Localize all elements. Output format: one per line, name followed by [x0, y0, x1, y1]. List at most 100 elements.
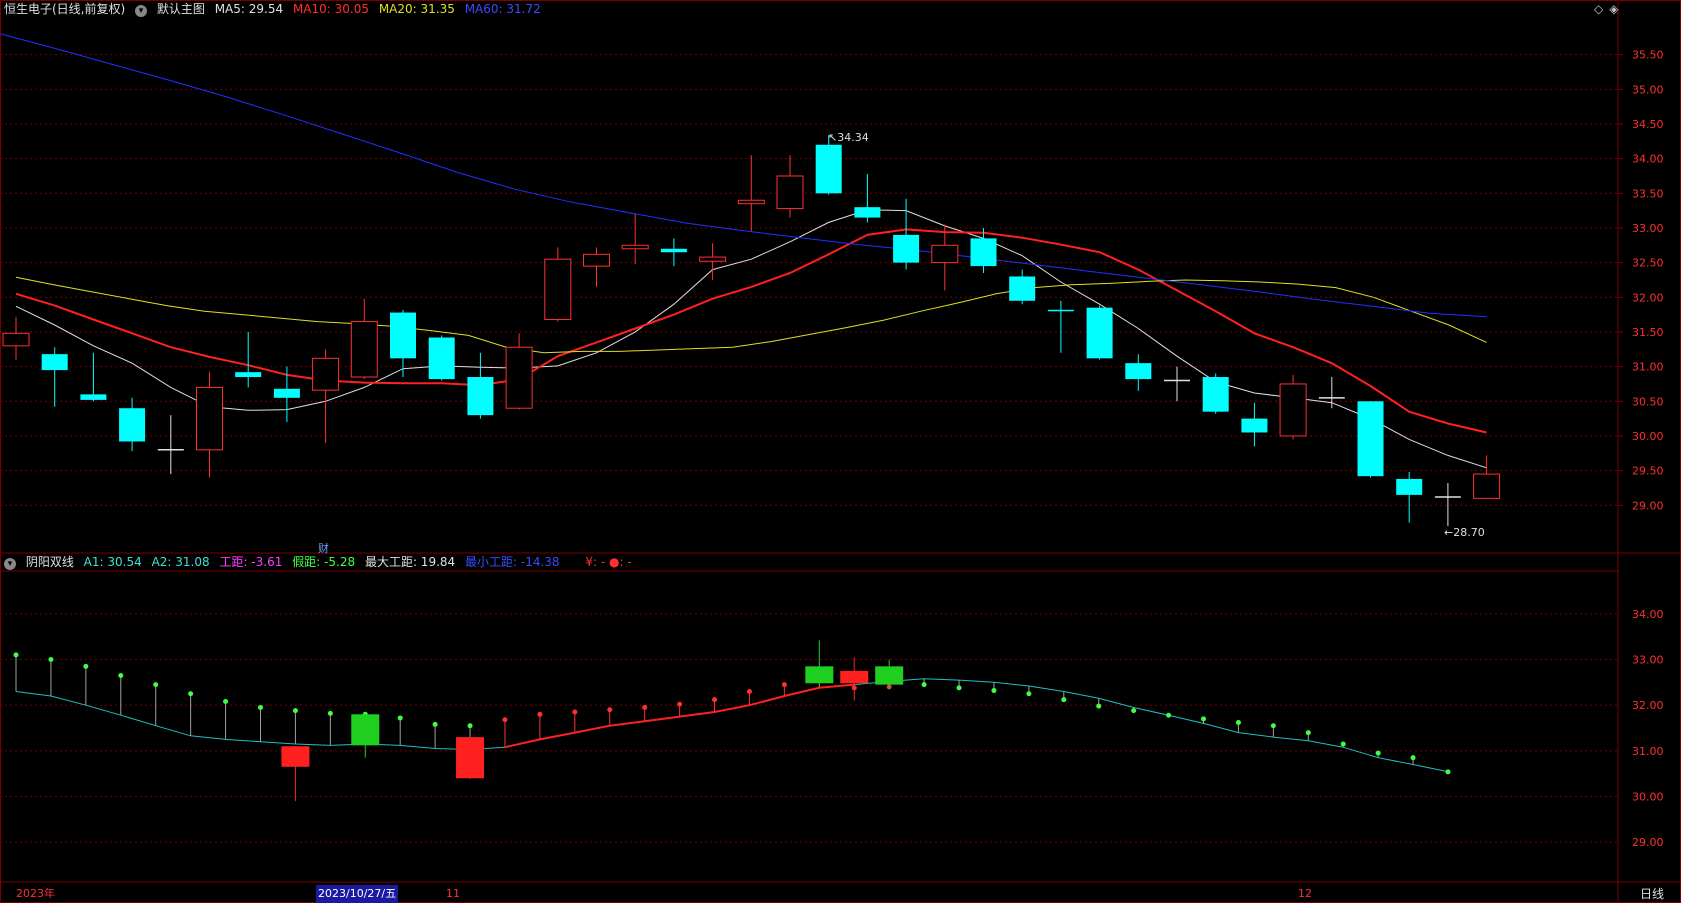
candle-body-down — [970, 238, 997, 267]
year-label: 2023年 — [16, 887, 55, 900]
candle-body-down — [1202, 377, 1229, 412]
indicator-tick-label: 34.00 — [1632, 608, 1664, 621]
candle-body-up — [544, 258, 572, 320]
a1-point — [1026, 691, 1032, 697]
price-tick-label: 29.50 — [1632, 465, 1664, 478]
a1-point — [1201, 716, 1207, 722]
candle-body-down — [815, 144, 842, 194]
signal-box — [840, 657, 869, 701]
a2-legend: A2: 31.08 — [151, 555, 210, 569]
ma20-line — [15, 276, 1487, 354]
candlestick — [1434, 483, 1461, 527]
chevron-down-icon[interactable]: ▾ — [135, 5, 148, 17]
candlestick — [1396, 471, 1423, 523]
price-tick-label: 33.00 — [1632, 222, 1664, 235]
a1-point — [677, 701, 683, 707]
candlestick — [583, 247, 610, 287]
price-tick-label: 31.50 — [1632, 326, 1664, 339]
a1-point — [537, 711, 543, 717]
a1-point — [1445, 769, 1451, 775]
signal-body — [351, 714, 380, 746]
candle-body-up — [699, 256, 727, 262]
indicator-panel-header: ▾ 阴阳双线 A1: 30.54 A2: 31.08 工距: -3.61 假距:… — [4, 553, 638, 571]
candle-body-up — [196, 386, 223, 451]
a1-point — [991, 688, 997, 694]
diamond-icon[interactable]: ◇ — [1594, 2, 1603, 16]
price-tick-label: 32.50 — [1632, 257, 1664, 270]
signal-box — [281, 746, 310, 802]
candlestick — [1241, 402, 1268, 447]
candle-body-up — [312, 357, 340, 391]
candle-body-up — [2, 332, 30, 347]
candlestick — [312, 349, 340, 443]
candle-body-down — [467, 377, 494, 416]
a1-point — [956, 685, 962, 691]
a1-point — [257, 704, 263, 710]
a1-point — [1061, 697, 1067, 703]
candlestick — [1047, 300, 1074, 353]
gongju-legend: 工距: -3.61 — [219, 555, 283, 569]
misc-legend: ¥: - ●: - — [585, 555, 632, 569]
a1-point — [1375, 750, 1381, 756]
a1-point — [1166, 712, 1172, 718]
a1-point — [292, 708, 298, 714]
candlestick — [1357, 401, 1384, 478]
stock-title[interactable]: 恒生电子(日线,前复权) — [4, 2, 125, 16]
chevron-down-icon[interactable]: ▾ — [4, 558, 16, 570]
candle-body-down — [428, 337, 455, 380]
candlestick — [1202, 373, 1229, 414]
candle-body-down — [119, 408, 146, 442]
settings-icon[interactable]: ◈ — [1609, 2, 1618, 16]
candlestick — [80, 352, 107, 402]
candle-body-up — [737, 199, 765, 205]
indicator-tick-label: 32.00 — [1632, 699, 1664, 712]
candlestick — [350, 298, 378, 380]
a1-point — [1096, 703, 1102, 709]
ma5-legend: MA5: 29.54 — [214, 2, 284, 16]
a1-point — [642, 704, 648, 710]
price-tick-label: 31.00 — [1632, 361, 1664, 374]
candle-body-down — [893, 234, 920, 263]
signal-box — [456, 737, 485, 780]
candlestick — [157, 415, 184, 475]
candle-body-down — [1125, 363, 1152, 380]
a1-point — [712, 697, 718, 703]
a1-point — [223, 699, 229, 705]
candle-body-down — [1086, 307, 1113, 359]
a1-point — [48, 657, 54, 662]
ma60-legend: MA60: 31.72 — [464, 2, 541, 16]
a1-legend: A1: 30.54 — [83, 555, 142, 569]
price-tick-label: 34.00 — [1632, 153, 1664, 166]
candlestick — [931, 224, 959, 291]
candle-body-down — [80, 394, 107, 400]
indicator-name[interactable]: 阴阳双线 — [26, 555, 74, 569]
month-label-11: 11 — [446, 887, 460, 900]
candlestick — [1473, 455, 1501, 499]
candlestick — [273, 366, 300, 423]
candle-body-down — [1241, 418, 1268, 433]
candlestick — [1279, 374, 1307, 440]
candle-body-up — [1473, 473, 1501, 499]
a1-point — [327, 710, 333, 716]
a1-point — [1410, 755, 1416, 761]
cursor-date-label: 2023/10/27/五 — [316, 885, 399, 903]
a1-point — [1235, 720, 1241, 726]
low-price-annotation: ←28.70 — [1444, 526, 1485, 539]
a1-point — [432, 721, 438, 727]
max-gongju-legend: 最大工距: 19.84 — [364, 555, 456, 569]
candlestick — [1164, 366, 1190, 402]
a1-point — [607, 707, 613, 713]
candle-body-down — [1009, 276, 1036, 301]
candle-body-up — [776, 175, 804, 210]
price-tick-label: 35.50 — [1632, 49, 1664, 62]
period-button[interactable]: 日线 — [1640, 885, 1664, 903]
main-chart-menu[interactable]: 默认主图 — [157, 2, 205, 16]
candlestick — [893, 198, 920, 270]
candlestick — [505, 333, 533, 410]
main-panel-header: 恒生电子(日线,前复权) ▾ 默认主图 MA5: 29.54 MA10: 30.… — [4, 0, 547, 18]
a1-point — [118, 672, 124, 678]
indicator-tick-label: 30.00 — [1632, 791, 1664, 804]
candle-body-up — [621, 244, 649, 250]
candle-body-down — [41, 354, 68, 371]
signal-body — [281, 746, 310, 767]
